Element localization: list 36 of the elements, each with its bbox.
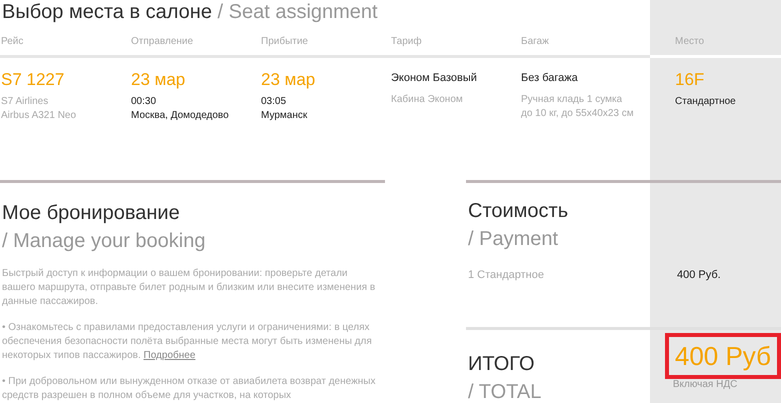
price-amount: 400 Руб. xyxy=(677,269,721,281)
detail-text: Москва, Домодедово xyxy=(131,109,230,123)
fare-title: Без багажа xyxy=(521,71,579,85)
section-subheading: / Manage your booking xyxy=(1,229,206,254)
fare-title: Эконом Базовый xyxy=(391,71,478,85)
column-header: Рейс xyxy=(0,24,130,58)
column-header: Место xyxy=(650,24,781,58)
detail-text: Кабина Эконом xyxy=(391,93,464,107)
more-link[interactable]: Подробнее xyxy=(144,350,196,361)
detail-text: Стандартное xyxy=(675,95,737,109)
column-header: Прибытие xyxy=(260,24,390,58)
detail-text: S7 Airlines xyxy=(1,95,50,109)
flight-date: 23 мар xyxy=(131,69,186,91)
flight-number: S7 1227 xyxy=(1,69,66,91)
total-heading: ИТОГО xyxy=(467,352,536,377)
tax-note: Включая НДС xyxy=(672,379,738,390)
total-subheading: / TOTAL xyxy=(467,380,542,403)
detail-text: 03:05 xyxy=(261,95,288,109)
column-header: Тариф xyxy=(390,24,520,58)
detail-text: Ручная кладь 1 сумка до 10 кг, до 55x40x23 см xyxy=(521,93,635,121)
column-header: Отправление xyxy=(130,24,260,58)
info-paragraph: Быстрый доступ к информации о вашем бронировании: проверьте детали вашего маршрута, отправьте билет родным и близким или внесите изменения в данные пассажиров. xyxy=(2,267,376,309)
info-paragraph: • При добровольном или вынужденном отказе от авиабилета возврат денежных средств разрешен в полном объеме для участков, на которых xyxy=(2,375,376,403)
info-paragraph: • Ознакомьтесь с правилами предоставления услуги и ограничениями: в целях обеспечения безопасности полёта выбранные места могут быть изменены для некоторых типов пассажиров. Подробнее xyxy=(2,321,373,363)
price-label: 1 Стандартное xyxy=(467,269,545,281)
page-title: Выбор места в салоне / Seat assignment xyxy=(1,0,379,24)
seat-number: 16F xyxy=(675,69,706,91)
detail-text: Airbus A321 Neo xyxy=(1,109,78,123)
section-heading: Мое бронирование xyxy=(1,201,181,226)
section-subheading: / Payment xyxy=(467,227,560,252)
total-amount: 400 Руб xyxy=(664,333,781,379)
section-heading: Стоимость xyxy=(467,199,570,224)
column-header: Багаж xyxy=(520,24,650,58)
detail-text: 00:30 xyxy=(131,95,158,109)
detail-text: Мурманск xyxy=(261,109,308,123)
flight-date: 23 мар xyxy=(261,69,316,91)
